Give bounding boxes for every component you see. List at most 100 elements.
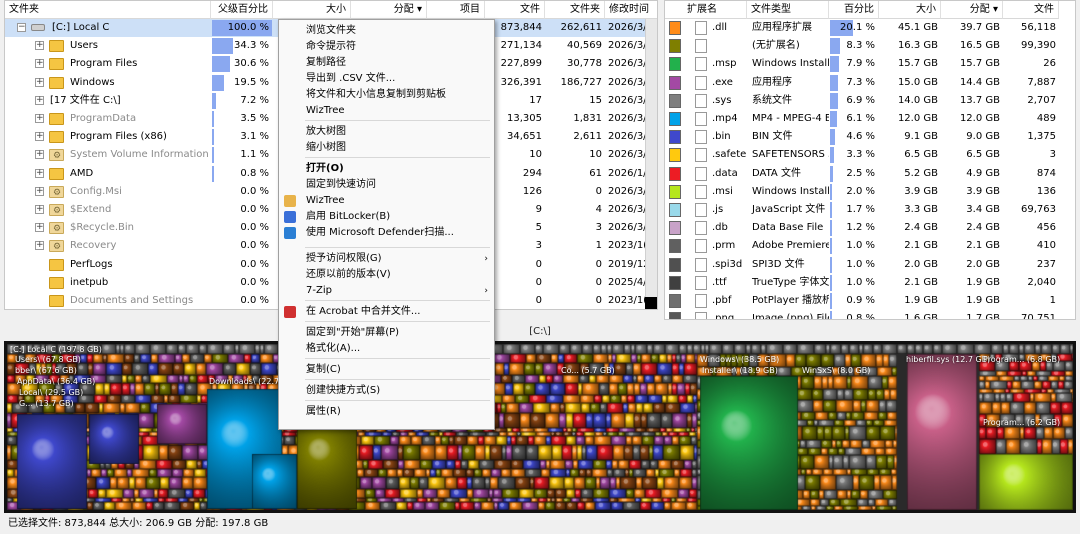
folder-icon xyxy=(49,58,64,71)
treemap-canvas[interactable] xyxy=(7,344,1073,510)
menu-item[interactable]: 还原以前的版本(V) xyxy=(279,267,494,283)
col-header-parent-pct[interactable]: 父级百分比 xyxy=(211,1,273,19)
treemap[interactable]: [C:] Local C (197.8 GB) Users\ (67.8 GB)… xyxy=(4,341,1076,513)
expand-icon[interactable]: + xyxy=(35,223,44,233)
menu-item[interactable]: 7-Zip › xyxy=(279,283,494,299)
extension-row[interactable]: .msi Windows Installe 2.0 % 3.9 GB 3.9 G… xyxy=(665,183,1075,201)
menu-separator xyxy=(305,358,490,359)
pct-bar xyxy=(212,111,215,127)
extension-row[interactable]: .pbf PotPlayer 播放析 0.9 % 1.9 GB 1.9 GB 1 xyxy=(665,292,1075,310)
expand-icon[interactable]: + xyxy=(35,132,44,142)
col-header-files[interactable]: 文件 xyxy=(485,1,545,19)
expand-icon[interactable]: + xyxy=(35,150,44,160)
col-header-pct[interactable]: 百分比 xyxy=(829,1,879,19)
left-scrollbar[interactable] xyxy=(645,19,657,309)
treemap-label-windows: Windows\ (38.5 GB) xyxy=(700,355,780,364)
menu-item[interactable]: 复制路径 xyxy=(279,55,494,71)
ext-pct-text: 1.0 % xyxy=(846,240,875,252)
expand-icon[interactable]: + xyxy=(35,41,44,51)
menu-item[interactable]: 使用 Microsoft Defender扫描... xyxy=(279,225,494,241)
menu-item[interactable]: 固定到"开始"屏幕(P) xyxy=(279,325,494,341)
menu-item[interactable]: 导出到 .CSV 文件... xyxy=(279,71,494,87)
expand-icon[interactable]: + xyxy=(35,95,44,105)
ext-pct-cell: 0.8 % xyxy=(830,311,878,319)
col-header-type[interactable]: 文件类型 xyxy=(747,1,829,19)
ext-alloc-cell: 1.9 GB xyxy=(966,276,1000,288)
ext-pct-cell: 20.1 % xyxy=(830,20,878,36)
menu-item[interactable]: 启用 BitLocker(B) xyxy=(279,209,494,225)
extension-row[interactable]: .exe 应用程序 7.3 % 15.0 GB 14.4 GB 7,887 xyxy=(665,74,1075,92)
folder-name: Users xyxy=(70,40,99,52)
col-header-folder[interactable]: 文件夹 xyxy=(5,1,211,19)
menu-item[interactable]: 复制(C) xyxy=(279,362,494,378)
extension-row[interactable]: .msp Windows Installe 7.9 % 15.7 GB 15.7… xyxy=(665,55,1075,73)
menu-item[interactable]: 格式化(A)... xyxy=(279,341,494,357)
menu-item[interactable]: 命令提示符 xyxy=(279,39,494,55)
ext-size-cell: 5.2 GB xyxy=(904,167,938,179)
expand-icon[interactable]: + xyxy=(35,241,44,251)
menu-item-label: 属性(R) xyxy=(306,406,341,417)
ext-files-cell: 3 xyxy=(1049,149,1056,161)
ext-size-cell: 15.0 GB xyxy=(897,76,938,88)
mtime-cell: 2026/3/ xyxy=(608,58,647,70)
context-menu[interactable]: 浏览文件夹 命令提示符 复制路径 导出到 .CSV 文件... 将文件和大小信息复制到剪… xyxy=(278,19,495,430)
col-header-ext-size[interactable]: 大小 xyxy=(879,1,941,19)
file-type-icon xyxy=(695,75,707,90)
ext-pct-text: 2.0 % xyxy=(846,185,875,197)
folder-icon xyxy=(49,40,64,53)
menu-item[interactable]: 缩小树图 xyxy=(279,140,494,156)
expand-icon[interactable]: + xyxy=(35,77,44,87)
col-header-items[interactable]: 项目 xyxy=(427,1,485,19)
extension-row[interactable]: .safete SAFETENSORS 3 3.3 % 6.5 GB 6.5 G… xyxy=(665,146,1075,164)
ext-pct-text: 1.0 % xyxy=(846,276,875,288)
col-header-size[interactable]: 大小 xyxy=(273,1,351,19)
treemap-label-installer: Installer\ (18.9 GB) xyxy=(702,366,778,375)
extension-row[interactable]: .mp4 MP4 - MPEG-4 E 6.1 % 12.0 GB 12.0 G… xyxy=(665,110,1075,128)
extension-row[interactable]: .bin BIN 文件 4.6 % 9.1 GB 9.0 GB 1,375 xyxy=(665,128,1075,146)
extension-row[interactable]: .spi3d SPI3D 文件 1.0 % 2.0 GB 2.0 GB 237 xyxy=(665,256,1075,274)
col-header-mtime[interactable]: 修改时间 xyxy=(605,1,657,19)
expand-icon[interactable]: + xyxy=(35,168,44,178)
col-header-folders[interactable]: 文件夹 xyxy=(545,1,605,19)
extension-row[interactable]: .dll 应用程序扩展 20.1 % 45.1 GB 39.7 GB 56,11… xyxy=(665,19,1075,37)
menu-item[interactable]: 浏览文件夹 xyxy=(279,23,494,39)
col-header-alloc[interactable]: 分配 ▾ xyxy=(351,1,427,19)
col-header-ext-alloc[interactable]: 分配 ▾ xyxy=(941,1,1003,19)
parent-pct-text: 19.5 % xyxy=(234,76,269,88)
extension-row[interactable]: .data DATA 文件 2.5 % 5.2 GB 4.9 GB 874 xyxy=(665,165,1075,183)
expand-icon[interactable]: + xyxy=(35,186,44,196)
expand-icon[interactable]: + xyxy=(35,205,44,214)
parent-pct-text: 0.0 % xyxy=(240,204,269,215)
ext-files-cell: 1 xyxy=(1049,295,1056,306)
menu-item[interactable]: 在 Acrobat 中合并文件... xyxy=(279,304,494,320)
expand-icon[interactable]: + xyxy=(35,114,44,123)
collapse-icon[interactable]: − xyxy=(17,23,26,32)
extension-table[interactable]: 扩展名 文件类型 百分比 大小 分配 ▾ 文件 .dll 应用程序扩展 20.1… xyxy=(664,0,1076,320)
extension-row[interactable]: .png Image (png) File 0.8 % 1.6 GB 1.7 G… xyxy=(665,310,1075,320)
menu-separator xyxy=(305,157,490,158)
menu-item[interactable]: WizTree xyxy=(279,193,494,209)
extension-row[interactable]: .ttf TrueType 字体文 1.0 % 2.1 GB 1.9 GB 2,… xyxy=(665,274,1075,292)
folders-cell: 61 xyxy=(589,167,602,179)
menu-item[interactable]: 创建快捷方式(S) xyxy=(279,383,494,399)
menu-item[interactable]: 放大树图 xyxy=(279,124,494,140)
extension-row[interactable]: .sys 系统文件 6.9 % 14.0 GB 13.7 GB 2,707 xyxy=(665,92,1075,110)
folder-name: inetpub xyxy=(70,276,109,288)
extension-row[interactable]: (无扩展名) 8.3 % 16.3 GB 16.5 GB 99,390 xyxy=(665,37,1075,55)
menu-item[interactable]: 将文件和大小信息复制到剪贴板 xyxy=(279,87,494,103)
ext-cell: .png xyxy=(712,313,735,320)
col-header-ext[interactable]: 扩展名 xyxy=(665,1,747,19)
extension-row[interactable]: .prm Adobe Premiere 1.0 % 2.1 GB 2.1 GB … xyxy=(665,237,1075,255)
parent-pct-cell: 1.1 % xyxy=(212,147,272,164)
expand-icon[interactable]: + xyxy=(35,59,44,69)
menu-item[interactable]: 属性(R) xyxy=(279,404,494,420)
menu-item[interactable]: WizTree xyxy=(279,103,494,119)
menu-item[interactable]: 授予访问权限(G) › xyxy=(279,251,494,267)
menu-item[interactable]: 打开(O) xyxy=(279,161,494,177)
menu-item[interactable]: 固定到快速访问 xyxy=(279,177,494,193)
col-header-ext-files[interactable]: 文件 xyxy=(1003,1,1059,19)
ext-size-cell: 2.0 GB xyxy=(904,258,938,270)
extension-row[interactable]: .db Data Base File 1.2 % 2.4 GB 2.4 GB 4… xyxy=(665,219,1075,237)
ext-pct-cell: 1.2 % xyxy=(830,220,878,237)
extension-row[interactable]: .js JavaScript 文件 1.7 % 3.3 GB 3.4 GB 69… xyxy=(665,201,1075,219)
